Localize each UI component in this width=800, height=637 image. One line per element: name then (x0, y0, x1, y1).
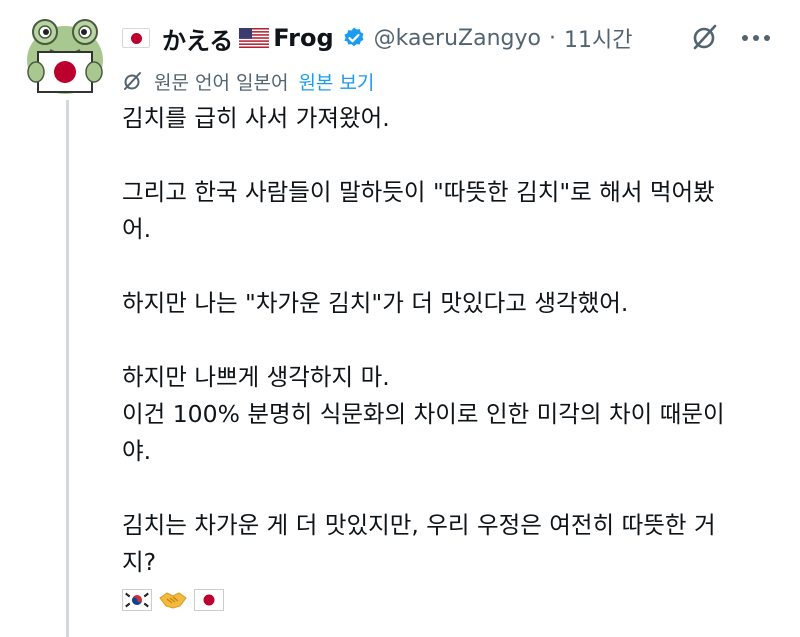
display-name-text: かえる (162, 26, 234, 55)
tweet-line: 어. (122, 215, 152, 243)
us-flag-icon (239, 28, 270, 48)
avatar[interactable] (18, 14, 112, 100)
translation-notice: 원문 언어 일본어 원본 보기 (122, 66, 374, 96)
tweet-line: 김치는 차가운 게 더 맛있지만, 우리 우정은 여전히 따뜻한 거 (122, 511, 716, 539)
jp-flag-icon (122, 28, 150, 48)
jp-flag-emoji-icon (194, 588, 224, 611)
tweet-line: 이건 100% 분명히 식문화의 차이로 인한 미각의 차이 때문이 (122, 400, 725, 428)
display-name[interactable]: かえる Frog (122, 21, 366, 56)
tweet-line: 김치를 급히 사서 가져왔어. (122, 104, 390, 132)
tweet-line: 하지만 나는 "차가운 김치"가 더 맛있다고 생각했어. (122, 289, 629, 317)
thread-line (66, 100, 69, 637)
grok-icon[interactable] (690, 22, 720, 52)
grok-translate-icon (124, 72, 141, 90)
more-icon[interactable] (738, 24, 774, 52)
tweet-body: 김치를 급히 사서 가져왔어. 그리고 한국 사람들이 말하듯이 "따뜻한 김치"… (122, 100, 782, 618)
tweet-line: 하지만 나쁘게 생각하지 마. (122, 363, 390, 391)
handle[interactable]: @kaeruZangyo (374, 26, 541, 51)
tweet-line: 지? (122, 548, 157, 576)
timestamp[interactable]: 11시간 (564, 22, 632, 54)
verified-badge-icon (344, 27, 364, 47)
show-original-link[interactable]: 원본 보기 (298, 68, 374, 95)
separator-dot: · (548, 25, 556, 51)
handshake-icon (159, 591, 187, 609)
tweet-line: 그리고 한국 사람들이 말하듯이 "따뜻한 김치"로 해서 먹어봤 (122, 178, 715, 206)
translation-notice-text: 원문 언어 일본어 (154, 71, 289, 94)
kr-flag-icon (122, 588, 152, 611)
emoji-row (122, 581, 782, 618)
tweet-line: 야. (122, 437, 152, 465)
display-name-suffix: Frog (273, 24, 334, 52)
